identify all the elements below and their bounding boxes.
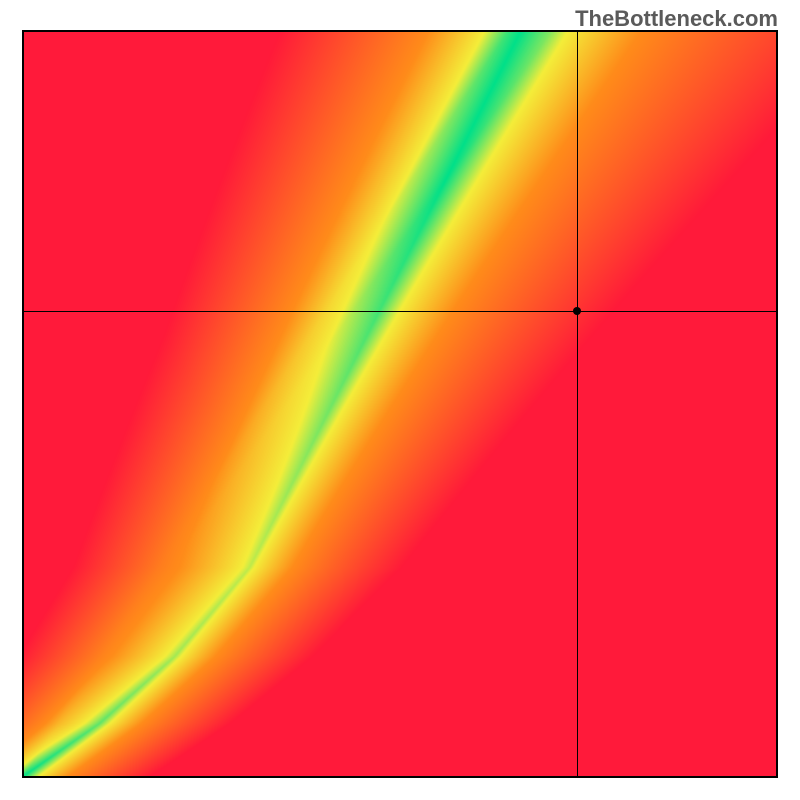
crosshair-vertical: [577, 32, 578, 776]
marker-point: [573, 307, 581, 315]
plot-area: [22, 30, 778, 778]
chart-container: TheBottleneck.com: [0, 0, 800, 800]
watermark-text: TheBottleneck.com: [575, 6, 778, 32]
crosshair-horizontal: [24, 311, 776, 312]
heatmap-canvas: [24, 32, 776, 776]
